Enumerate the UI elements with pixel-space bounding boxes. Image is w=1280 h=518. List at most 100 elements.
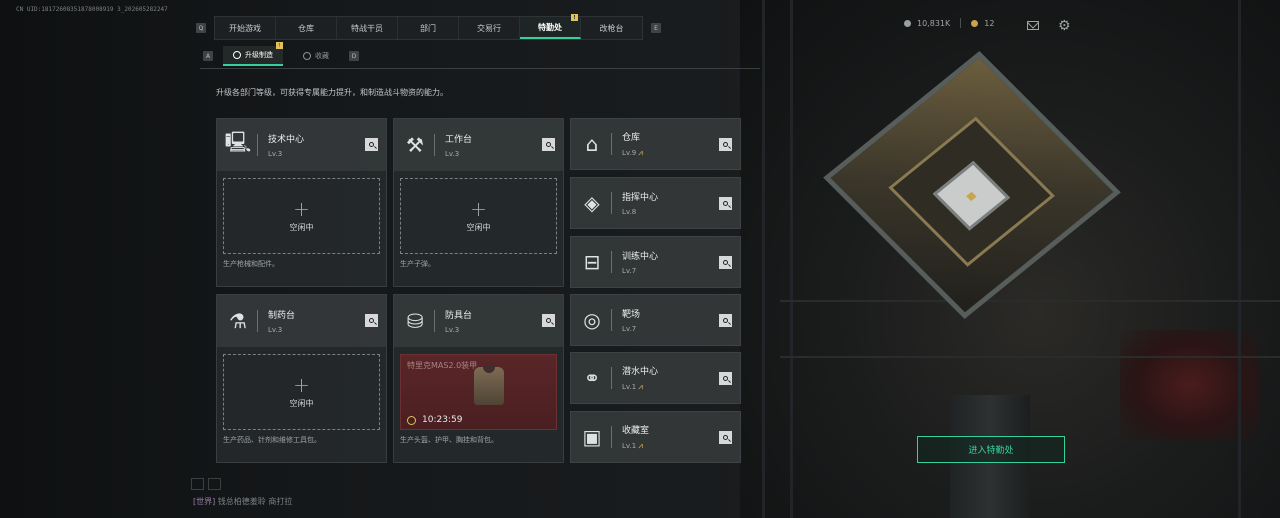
subtab-favorites[interactable]: 收藏 [293,46,339,66]
notification-badge: ! [276,42,283,49]
header-divider [200,68,760,69]
facility-name: 防具台 [445,311,473,321]
facility-level: Lv.3 [268,150,283,158]
search-icon [369,318,374,323]
search-button[interactable] [719,431,732,444]
notification-badge: ! [571,14,578,21]
tab-warehouse[interactable]: 仓库 [276,17,337,39]
chat-line[interactable]: [世界] 钱总柏德羞聆 商打拉 [193,496,292,507]
background-beam [780,356,1280,358]
facility-level: Lv.3 [268,326,283,334]
facility-level: Lv.1 [622,442,637,450]
subtab-upgrade-craft[interactable]: 升级制造 ! [223,42,283,66]
tools-icon: ⚒ [406,133,424,157]
collection-icon: ▣ [582,425,602,449]
search-button[interactable] [365,138,378,151]
facility-card-warehouse[interactable]: ⌂ 仓库 Lv.9 ⩘ [570,118,741,170]
tab-gunsmith[interactable]: 改枪台 [581,17,642,39]
facility-name: 靶场 [622,310,641,320]
facility-description: 生产头盔、护甲、胸挂和背包。 [400,436,498,444]
production-slot-crafting[interactable]: 特里克MAS2.0装甲 10:23:59 [400,354,557,430]
facility-card-tech-center[interactable]: 🖳 技术中心 Lv.3 + 空闲中 生产枪械和配件。 [216,118,387,287]
search-button[interactable] [719,138,732,151]
facility-name: 训练中心 [622,252,659,262]
ticket-icon [971,19,979,27]
mail-icon[interactable] [1027,21,1039,30]
craft-timer: 10:23:59 [422,415,463,425]
facility-card-command-center[interactable]: ◈ 指挥中心 Lv.8 [570,177,741,229]
plus-icon: + [470,196,487,221]
facility-name: 技术中心 [268,135,305,145]
sub-tab-bar: A 升级制造 ! 收藏 D [203,42,359,66]
facility-card-diving-center[interactable]: ⚭ 潜水中心 Lv.1 ⩘ [570,352,741,404]
facility-name: 仓库 [622,133,641,143]
tab-operators[interactable]: 特战干员 [337,17,398,39]
prev-tab-key[interactable]: Q [196,23,206,33]
search-button[interactable] [542,138,555,151]
chat-message: 钱总柏德羞聆 商打拉 [217,497,293,506]
facility-name: 工作台 [445,135,473,145]
next-subtab-key[interactable]: D [349,51,359,61]
dumbbell-icon: ⊟ [583,250,601,274]
upgrade-icon [233,51,241,59]
microscope-icon: ⚗ [229,309,247,333]
search-button[interactable] [719,314,732,327]
timer-icon [407,415,416,425]
command-chip-icon: ◈ [584,191,600,215]
search-button[interactable] [719,372,732,385]
tab-start-game[interactable]: 开始游戏 [215,17,276,39]
facility-description: 生产枪械和配件。 [223,260,279,268]
facility-level: Lv.3 [445,150,460,158]
search-icon [723,201,728,206]
armor-icon: ⛁ [406,309,424,333]
production-slot-empty[interactable]: + 空闲中 [223,178,380,254]
next-tab-key[interactable]: E [651,23,661,33]
background-beam [780,300,1280,302]
facility-name: 指挥中心 [622,193,659,203]
upgrade-available-icon: ⩘ [638,148,643,157]
chat-channel: [世界] [193,497,216,506]
page-description: 升级各部门等级，可获得专属能力提升，和制造战斗物资的能力。 [216,88,448,97]
target-icon: ◎ [583,308,601,332]
search-icon [723,376,728,381]
warehouse-icon: ⌂ [585,132,599,156]
search-icon [723,435,728,440]
facility-card-training-center[interactable]: ⊟ 训练中心 Lv.7 [570,236,741,288]
production-slot-empty[interactable]: + 空闲中 [400,178,557,254]
search-icon [546,318,551,323]
facility-name: 制药台 [268,311,296,321]
search-button[interactable] [719,197,732,210]
search-icon [723,260,728,265]
production-slot-empty[interactable]: + 空闲中 [223,354,380,430]
facility-card-shooting-range[interactable]: ◎ 靶场 Lv.7 [570,294,741,346]
facility-card-collection-room[interactable]: ▣ 收藏室 Lv.1 ⩘ [570,411,741,463]
facility-level: Lv.9 [622,149,637,157]
facility-level: Lv.3 [445,326,460,334]
facility-card-workbench[interactable]: ⚒ 工作台 Lv.3 + 空闲中 生产子弹。 [393,118,564,287]
facility-name: 潜水中心 [622,367,659,377]
facility-description: 生产子弹。 [400,260,435,268]
craft-item-name: 特里克MAS2.0装甲 [407,361,478,370]
tab-trade[interactable]: 交易行 [459,17,520,39]
facility-card-armor-bench[interactable]: ⛁ 防具台 Lv.3 特里克MAS2.0装甲 10:23:59 生产头盔、护甲、… [393,294,564,463]
facility-card-pharmacy[interactable]: ⚗ 制药台 Lv.3 + 空闲中 生产药品、针剂和维修工具包。 [216,294,387,463]
gear-icon[interactable]: ⚙ [1058,19,1072,33]
background-pillar [762,0,765,518]
search-button[interactable] [365,314,378,327]
chat-settings-icon[interactable] [208,478,221,490]
enter-special-ops-button[interactable]: 进入特勤处 [917,436,1065,463]
upgrade-available-icon: ⩘ [638,382,643,391]
top-tab-bar: 开始游戏 仓库 特战干员 部门 交易行 特勤处! 改枪台 [214,14,643,40]
currency-status: 10,831K 12 [904,18,994,28]
search-button[interactable] [542,314,555,327]
diving-mask-icon: ⚭ [583,366,601,390]
plus-icon: + [293,196,310,221]
chat-toggle-icon[interactable] [191,478,204,490]
armor-vest-image [474,365,504,405]
search-button[interactable] [719,256,732,269]
facility-level: Lv.1 [622,383,637,391]
prev-subtab-key[interactable]: A [203,51,213,61]
facility-description: 生产药品、针剂和维修工具包。 [223,436,321,444]
tab-special-ops[interactable]: 特勤处! [520,14,581,39]
tab-department[interactable]: 部门 [398,17,459,39]
